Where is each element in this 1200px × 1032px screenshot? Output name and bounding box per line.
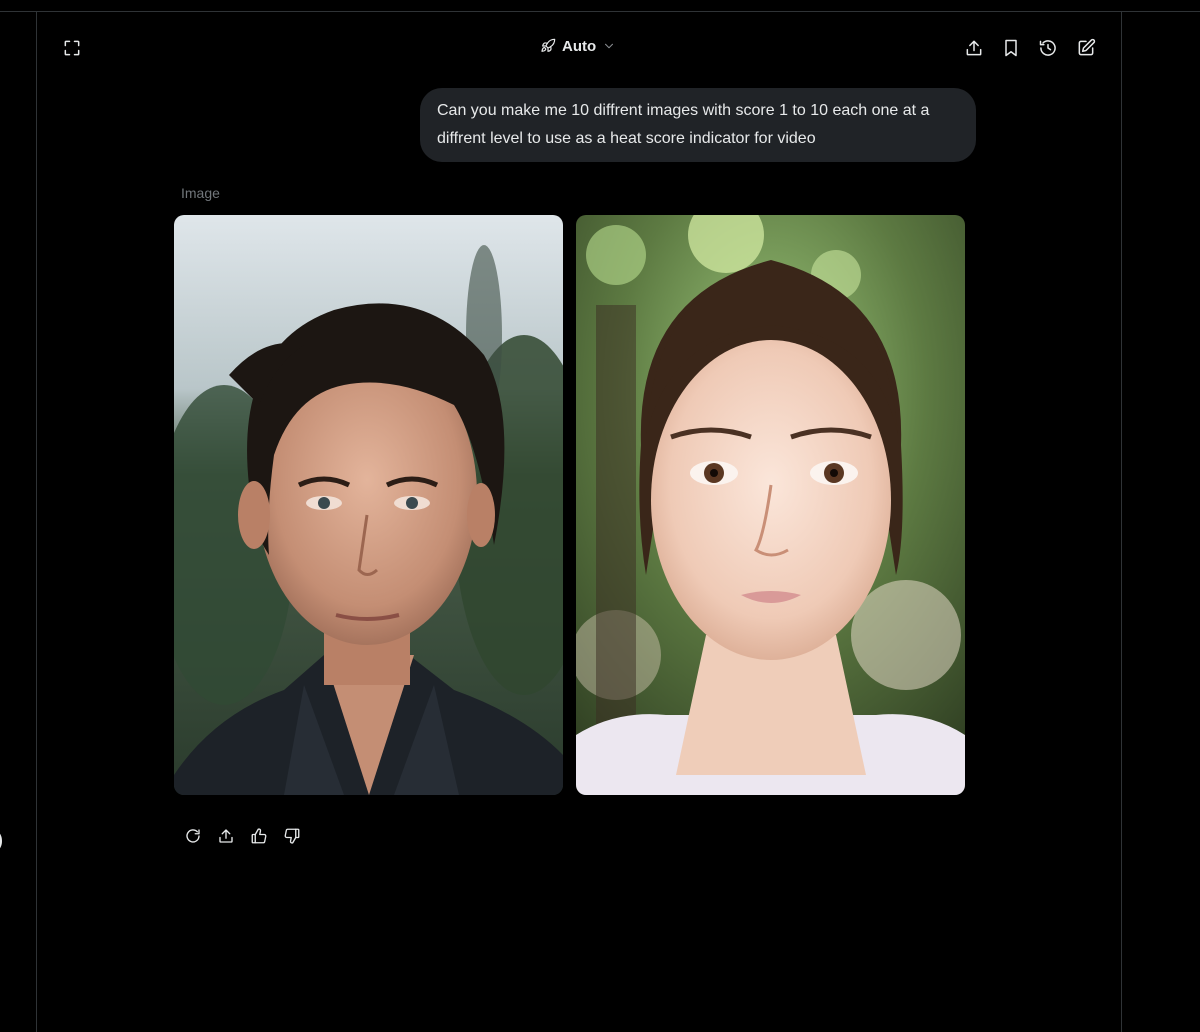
thumbs-down-icon xyxy=(284,828,300,844)
regenerate-button[interactable] xyxy=(181,824,205,848)
rocket-icon xyxy=(541,38,556,52)
sidebar-edge-icon[interactable] xyxy=(0,832,2,850)
regenerate-icon xyxy=(186,829,200,843)
user-message-bubble: Can you make me 10 diffrent images with … xyxy=(420,88,976,162)
woman-portrait-image xyxy=(576,215,965,795)
new-chat-button[interactable] xyxy=(1071,33,1101,63)
user-message-text: Can you make me 10 diffrent images with … xyxy=(437,102,930,147)
history-icon xyxy=(1039,40,1056,56)
left-panel-divider xyxy=(36,12,37,1032)
model-label: Auto xyxy=(562,37,597,55)
man-portrait-image xyxy=(174,215,563,795)
like-button[interactable] xyxy=(247,824,271,848)
share-button[interactable] xyxy=(959,33,989,63)
bookmark-button[interactable] xyxy=(996,33,1026,63)
response-label: Image xyxy=(181,185,220,201)
share-response-button[interactable] xyxy=(214,824,238,848)
history-button[interactable] xyxy=(1033,33,1063,63)
generated-image-man[interactable] xyxy=(174,215,563,795)
expand-corners-icon xyxy=(64,40,80,56)
right-panel-divider xyxy=(1121,12,1122,1032)
dislike-button[interactable] xyxy=(280,824,304,848)
share-icon xyxy=(219,829,233,843)
model-selector[interactable]: Auto xyxy=(540,34,616,58)
response-actions xyxy=(181,824,304,848)
bookmark-icon xyxy=(1005,39,1017,57)
thumbs-up-icon xyxy=(251,828,267,844)
chevron-down-icon xyxy=(605,43,614,49)
fullscreen-button[interactable] xyxy=(57,33,87,63)
window-top-border xyxy=(0,11,1200,12)
share-upload-icon xyxy=(966,40,982,56)
edit-compose-icon xyxy=(1078,38,1096,56)
generated-image-woman[interactable] xyxy=(576,215,965,795)
